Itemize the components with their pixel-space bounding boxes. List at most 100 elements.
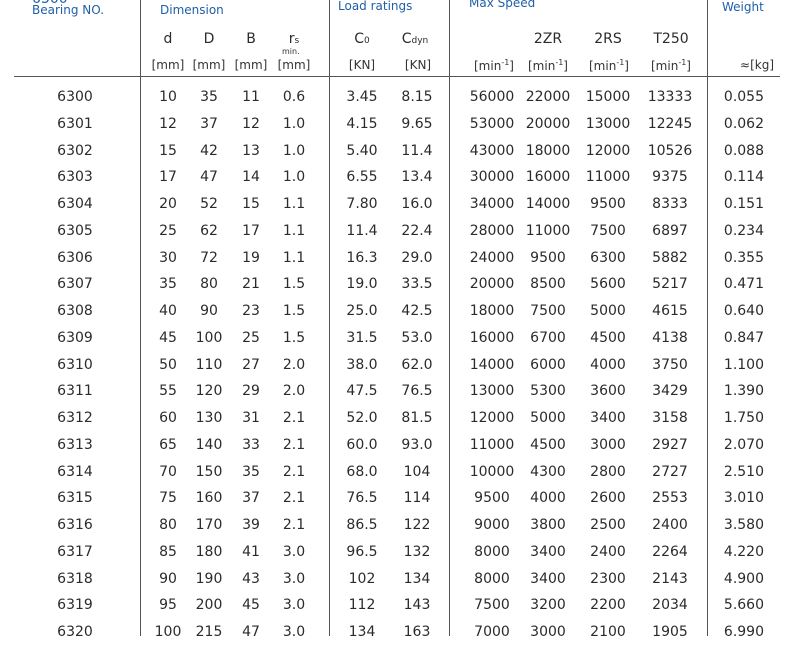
cell-speed-2zr: 9500 [530,249,566,266]
cell-speed-2rs: 2100 [590,624,626,640]
table-row: 6307 35 80 21 1.5 19.0 33.5 20000 8500 5600 5217 0.… [0,276,805,302]
cell-c0: 11.4 [346,222,378,239]
cell-max-speed: 43000 [469,142,515,159]
cell-bearing-no: 6311 [57,383,93,400]
cell-bearing-no: 6320 [57,624,93,640]
cell-speed-t250: 2400 [652,517,688,533]
cell-d: 50 [159,356,177,373]
cell-speed-t250: 2143 [652,570,688,587]
cell-D: 35 [200,89,218,105]
cell-speed-2rs: 7500 [590,222,626,239]
cell-D: 80 [200,276,218,293]
cell-B: 39 [242,517,260,533]
cell-rs: 2.1 [282,463,306,480]
cell-speed-t250: 3429 [652,383,688,400]
cell-c0: 86.5 [346,517,378,533]
cell-speed-2zr: 5300 [530,383,566,400]
table-row: 6320 100 215 47 3.0 134 163 7000 3000 2100 1905 6.9… [0,624,805,650]
cell-d: 10 [159,89,177,105]
cell-speed-2rs: 15000 [585,89,631,105]
cell-speed-2zr: 3200 [530,597,566,614]
table-row: 6313 65 140 33 2.1 60.0 93.0 11000 4500 3000 2927 2… [0,437,805,463]
cell-speed-2zr: 22000 [525,89,571,105]
cell-d: 20 [159,196,177,212]
header-rule [14,76,780,77]
rs-min-note: min. [282,47,300,56]
cell-cdyn: 11.4 [401,142,433,159]
table-row: 6309 45 100 25 1.5 31.5 53.0 16000 6700 4500 4138 0… [0,330,805,356]
cell-D: 180 [195,543,223,560]
cell-max-speed: 24000 [469,249,515,266]
cell-bearing-no: 6314 [57,463,93,480]
cell-rs: 1.0 [282,115,306,132]
table-row: 6306 30 72 19 1.1 16.3 29.0 24000 9500 6300 5882 0.… [0,250,805,276]
cell-bearing-no: 6302 [57,142,93,159]
cell-speed-t250: 8333 [652,196,688,212]
cell-c0: 4.15 [346,115,378,132]
cell-speed-2zr: 4300 [530,463,566,480]
cell-rs: 3.0 [282,624,306,640]
cell-D: 110 [195,356,223,373]
cell-B: 25 [242,329,260,346]
cell-bearing-no: 6313 [57,436,93,453]
cell-B: 33 [242,436,260,453]
cell-speed-2rs: 12000 [585,142,631,159]
cell-bearing-no: 6315 [57,490,93,507]
cell-cdyn: 22.4 [401,222,433,239]
cell-weight: 1.390 [723,383,764,400]
cell-D: 100 [195,329,223,346]
table-row: 6308 40 90 23 1.5 25.0 42.5 18000 7500 5000 4615 0.… [0,303,805,329]
cell-B: 15 [242,196,260,212]
cell-c0: 76.5 [346,490,378,507]
cell-d: 40 [159,303,177,319]
cell-max-speed: 14000 [469,356,515,373]
cell-speed-t250: 2727 [652,463,688,480]
cell-bearing-no: 6316 [57,517,93,533]
cell-speed-t250: 13333 [647,89,693,105]
cell-weight: 0.640 [723,303,764,319]
unit-d: [mm] [151,58,185,72]
cell-weight: 0.471 [723,276,764,293]
cell-rs: 1.1 [282,196,306,212]
cell-weight: 0.088 [723,142,764,159]
c0-subscript: 0 [364,36,370,46]
cell-c0: 16.3 [346,249,378,266]
cell-d: 17 [159,169,177,186]
cell-B: 45 [242,597,260,614]
cell-weight: 2.510 [723,463,764,480]
cell-max-speed: 8000 [474,570,510,587]
col-header-2rs: 2RS [594,31,622,47]
table-row: 6311 55 120 29 2.0 47.5 76.5 13000 5300 3600 3429 1… [0,383,805,409]
cell-D: 52 [200,196,218,212]
cell-d: 25 [159,222,177,239]
cell-cdyn: 9.65 [401,115,433,132]
cell-B: 23 [242,303,260,319]
cell-speed-t250: 5217 [652,276,688,293]
load-ratings-label: Load ratings [338,0,413,13]
table-row: 6301 12 37 12 1.0 4.15 9.65 53000 20000 13000 1224… [0,116,805,142]
cell-speed-2zr: 3800 [530,517,566,533]
cell-cdyn: 132 [403,543,431,560]
cell-bearing-no: 6306 [57,249,93,266]
cell-d: 95 [159,597,177,614]
cell-bearing-no: 6308 [57,303,93,319]
table-row: 6300 10 35 11 0.6 3.45 8.15 56000 22000 15000 1333… [0,89,805,115]
cell-B: 35 [242,463,260,480]
cell-D: 160 [195,490,223,507]
cell-max-speed: 9000 [474,517,510,533]
cell-bearing-no: 6301 [57,115,93,132]
unit-D: [mm] [192,58,226,72]
cell-weight: 2.070 [723,436,764,453]
col-header-C0: C0 [340,31,384,47]
cell-bearing-no: 6303 [57,169,93,186]
cell-weight: 1.100 [723,356,764,373]
cell-D: 47 [200,169,218,186]
cell-c0: 3.45 [346,89,378,105]
cell-speed-2rs: 4000 [590,356,626,373]
table-row: 6319 95 200 45 3.0 112 143 7500 3200 2200 2034 5.66… [0,597,805,623]
col-header-rs: rs [274,31,314,47]
cell-speed-2rs: 5000 [590,303,626,319]
cell-c0: 38.0 [346,356,378,373]
table-row: 6316 80 170 39 2.1 86.5 122 9000 3800 2500 2400 3.5… [0,517,805,543]
cell-D: 42 [200,142,218,159]
